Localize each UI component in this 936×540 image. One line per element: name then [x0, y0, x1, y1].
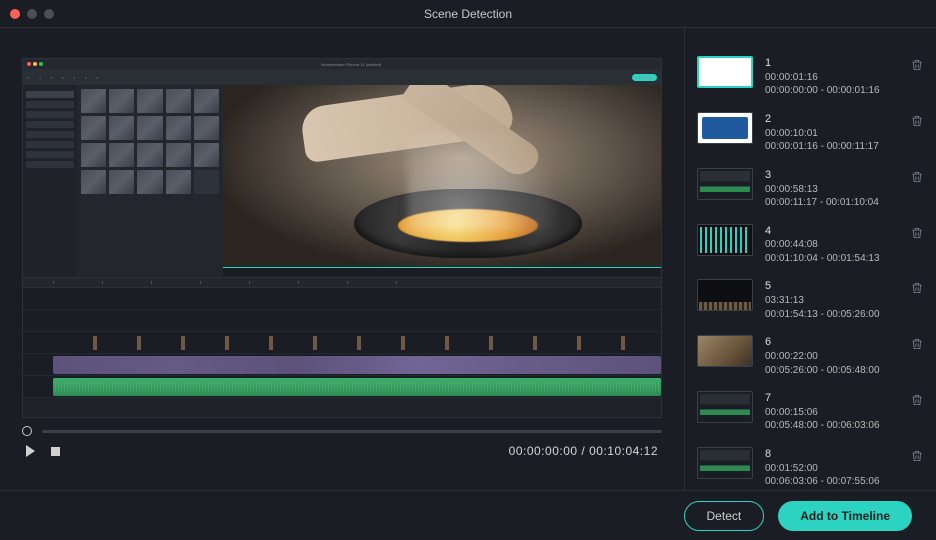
scene-range: 00:05:26:00 - 00:05:48:00	[765, 364, 898, 378]
scene-thumbnail[interactable]	[697, 391, 753, 423]
close-window-icon[interactable]	[10, 9, 20, 19]
scene-thumbnail[interactable]	[697, 447, 753, 479]
scene-range: 00:01:54:13 - 00:05:26:00	[765, 308, 898, 322]
scene-range: 00:00:11:17 - 00:01:10:04	[765, 196, 898, 210]
scene-thumbnail[interactable]	[697, 168, 753, 200]
preview-pane: Wondershare Filmora 11 (untitled) ⌂•••••…	[0, 28, 684, 490]
progress-bar[interactable]	[20, 426, 664, 436]
scene-row[interactable]: 300:00:58:1300:00:11:17 - 00:01:10:04	[697, 168, 928, 210]
scene-duration: 00:00:58:13	[765, 183, 898, 197]
scene-range: 00:00:00:00 - 00:00:01:16	[765, 84, 898, 98]
add-to-timeline-button[interactable]: Add to Timeline	[778, 501, 912, 531]
scene-range: 00:01:10:04 - 00:01:54:13	[765, 252, 898, 266]
mock-export-btn: Export	[632, 74, 657, 81]
scene-range: 00:06:03:06 - 00:07:55:06	[765, 475, 898, 489]
window-title: Scene Detection	[424, 7, 512, 21]
scene-duration: 00:00:01:16	[765, 71, 898, 85]
scene-thumbnail[interactable]	[697, 112, 753, 144]
delete-scene-button[interactable]	[910, 226, 924, 240]
scene-info: 300:00:58:1300:00:11:17 - 00:01:10:04	[765, 168, 898, 210]
scene-thumbnail[interactable]	[697, 279, 753, 311]
detect-button[interactable]: Detect	[684, 501, 765, 531]
mock-app-title: Wondershare Filmora 11 (untitled)	[321, 62, 381, 67]
delete-scene-button[interactable]	[910, 281, 924, 295]
delete-scene-button[interactable]	[910, 393, 924, 407]
scene-index: 3	[765, 168, 898, 183]
time-display: 00:00:00:00 / 00:10:04:12	[509, 444, 658, 458]
scene-thumbnail[interactable]	[697, 224, 753, 256]
scene-row[interactable]: 800:01:52:0000:06:03:06 - 00:07:55:06	[697, 447, 928, 489]
scene-info: 600:00:22:0000:05:26:00 - 00:05:48:00	[765, 335, 898, 377]
scene-duration: 00:00:22:00	[765, 350, 898, 364]
total-time: 00:10:04:12	[589, 444, 658, 458]
maximize-window-icon[interactable]	[44, 9, 54, 19]
scene-duration: 03:31:13	[765, 294, 898, 308]
play-button[interactable]	[26, 445, 35, 457]
content: Wondershare Filmora 11 (untitled) ⌂•••••…	[0, 28, 936, 490]
scene-info: 200:00:10:0100:00:01:16 - 00:00:11:17	[765, 112, 898, 154]
scene-duration: 00:00:15:06	[765, 406, 898, 420]
progress-track[interactable]	[42, 430, 662, 433]
scene-index: 1	[765, 56, 898, 71]
time-separator: /	[578, 444, 590, 458]
scene-info: 700:00:15:0600:05:48:00 - 00:06:03:06	[765, 391, 898, 433]
scene-list[interactable]: 100:00:01:1600:00:00:00 - 00:00:01:16200…	[684, 28, 936, 490]
delete-scene-button[interactable]	[910, 449, 924, 463]
window-controls	[10, 9, 54, 19]
delete-scene-button[interactable]	[910, 337, 924, 351]
scene-info: 100:00:01:1600:00:00:00 - 00:00:01:16	[765, 56, 898, 98]
delete-scene-button[interactable]	[910, 114, 924, 128]
stop-button[interactable]	[51, 447, 60, 456]
scene-row[interactable]: 100:00:01:1600:00:00:00 - 00:00:01:16	[697, 56, 928, 98]
playhead-marker-icon[interactable]	[22, 426, 32, 436]
scene-thumbnail[interactable]	[697, 335, 753, 367]
titlebar: Scene Detection	[0, 0, 936, 28]
scene-index: 5	[765, 279, 898, 294]
scene-index: 6	[765, 335, 898, 350]
minimize-window-icon[interactable]	[27, 9, 37, 19]
scene-range: 00:05:48:00 - 00:06:03:06	[765, 419, 898, 433]
scene-row[interactable]: 600:00:22:0000:05:26:00 - 00:05:48:00	[697, 335, 928, 377]
scene-duration: 00:00:44:08	[765, 238, 898, 252]
footer: Detect Add to Timeline	[0, 490, 936, 540]
scene-row[interactable]: 200:00:10:0100:00:01:16 - 00:00:11:17	[697, 112, 928, 154]
scene-index: 4	[765, 224, 898, 239]
scene-row[interactable]: 700:00:15:0600:05:48:00 - 00:06:03:06	[697, 391, 928, 433]
delete-scene-button[interactable]	[910, 58, 924, 72]
scene-row[interactable]: 400:00:44:0800:01:10:04 - 00:01:54:13	[697, 224, 928, 266]
video-preview[interactable]: Wondershare Filmora 11 (untitled) ⌂•••••…	[22, 58, 662, 418]
scene-thumbnail[interactable]	[697, 56, 753, 88]
delete-scene-button[interactable]	[910, 170, 924, 184]
scene-duration: 00:01:52:00	[765, 462, 898, 476]
scene-index: 2	[765, 112, 898, 127]
scene-index: 8	[765, 447, 898, 462]
scene-info: 400:00:44:0800:01:10:04 - 00:01:54:13	[765, 224, 898, 266]
scene-row[interactable]: 503:31:1300:01:54:13 - 00:05:26:00	[697, 279, 928, 321]
current-time: 00:00:00:00	[509, 444, 578, 458]
scene-duration: 00:00:10:01	[765, 127, 898, 141]
scene-info: 503:31:1300:01:54:13 - 00:05:26:00	[765, 279, 898, 321]
scene-range: 00:00:01:16 - 00:00:11:17	[765, 140, 898, 154]
scene-info: 800:01:52:0000:06:03:06 - 00:07:55:06	[765, 447, 898, 489]
scene-index: 7	[765, 391, 898, 406]
playback-controls: 00:00:00:00 / 00:10:04:12	[20, 436, 664, 458]
